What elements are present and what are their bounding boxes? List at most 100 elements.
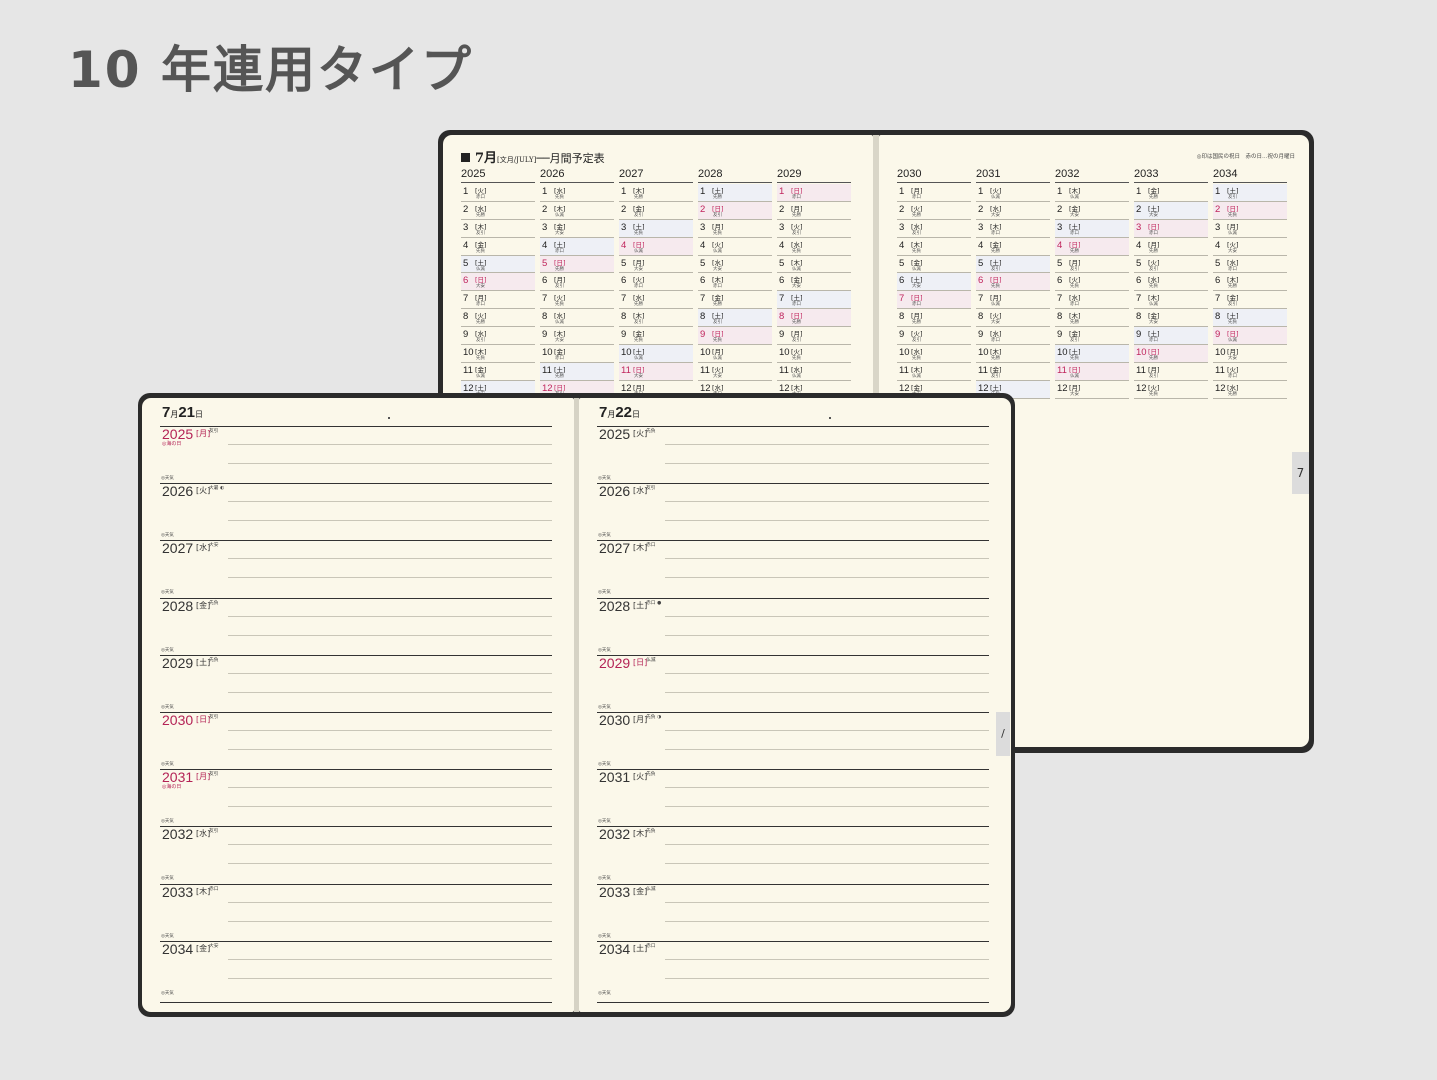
year-entry[interactable]: 2027 [水] 大安 ◎天気 xyxy=(160,540,552,597)
day-row[interactable]: 10 [金] 赤口 xyxy=(540,345,614,363)
day-row[interactable]: 12 [水] 先勝 xyxy=(1213,381,1287,399)
day-row[interactable]: 1 [金] 先勝 xyxy=(1134,184,1208,202)
day-row[interactable]: 2 [水] 先勝 xyxy=(461,202,535,220)
day-row[interactable]: 6 [火] 先負 xyxy=(1055,273,1129,292)
day-row[interactable]: 11 [木] 仏滅 xyxy=(897,363,971,381)
day-row[interactable]: 2 [金] 大安 xyxy=(1055,202,1129,220)
day-row[interactable]: 1 [木] 仏滅 xyxy=(1055,184,1129,202)
day-row[interactable]: 7 [水] 先勝 xyxy=(619,291,693,310)
day-row[interactable]: 9 [金] 先負 xyxy=(619,327,693,346)
day-row[interactable]: 9 [月] 友引 xyxy=(777,327,851,346)
day-row[interactable]: 9 [土] 赤口 xyxy=(1134,327,1208,346)
day-row[interactable]: 5 [火] 友引 xyxy=(1134,256,1208,274)
month-index-tab[interactable]: 7 xyxy=(1292,452,1309,494)
day-row[interactable]: 5 [土] 友引 xyxy=(976,255,1050,274)
day-row[interactable]: 6 [日] 先負 xyxy=(976,273,1050,292)
day-row[interactable]: 4 [火] 大安 xyxy=(1213,238,1287,256)
year-entry[interactable]: 2028 [土] 赤口 ● ◎天気 xyxy=(597,597,989,655)
day-row[interactable]: 4 [日] 先勝 xyxy=(1055,237,1129,256)
day-row[interactable]: 6 [金] 大安 xyxy=(777,273,851,292)
year-entry[interactable]: 2025 [月] 友引 ◎海の日 ◎天気 xyxy=(160,426,552,483)
day-row[interactable]: 7 [木] 仏滅 xyxy=(1134,291,1208,310)
year-entry[interactable]: 2034 [土] 赤口 ◎天気 xyxy=(597,940,989,998)
day-row[interactable]: 11 [金] 友引 xyxy=(976,363,1050,381)
day-row[interactable]: 8 [金] 大安 xyxy=(1134,309,1208,328)
day-row[interactable]: 9 [日] 仏滅 xyxy=(1213,327,1287,346)
day-row[interactable]: 3 [水] 友引 xyxy=(897,220,971,238)
day-row[interactable]: 11 [水] 仏滅 xyxy=(777,363,851,381)
day-row[interactable]: 1 [火] 赤口 xyxy=(461,184,535,202)
day-row[interactable]: 1 [水] 先負 xyxy=(540,184,614,202)
day-row[interactable]: 4 [月] 先勝 xyxy=(1134,238,1208,256)
day-row[interactable]: 1 [土] 友引 xyxy=(1213,184,1287,202)
day-row[interactable]: 8 [木] 先勝 xyxy=(1055,309,1129,328)
day-row[interactable]: 5 [木] 仏滅 xyxy=(777,256,851,274)
day-row[interactable]: 10 [火] 先負 xyxy=(777,345,851,363)
day-row[interactable]: 2 [日] 友引 xyxy=(698,201,772,220)
day-row[interactable]: 7 [月] 仏滅 xyxy=(976,291,1050,310)
day-row[interactable]: 9 [水] 友引 xyxy=(461,327,535,346)
day-row[interactable]: 10 [月] 大安 xyxy=(1213,345,1287,363)
day-row[interactable]: 10 [月] 仏滅 xyxy=(698,345,772,363)
day-index-tab[interactable]: / xyxy=(996,712,1010,756)
day-row[interactable]: 12 [火] 先負 xyxy=(1134,381,1208,399)
day-row[interactable]: 3 [火] 友引 xyxy=(777,220,851,238)
day-row[interactable]: 4 [火] 仏滅 xyxy=(698,238,772,256)
year-entry[interactable]: 2031 [月] 友引 ◎海の日 ◎天気 xyxy=(160,769,552,826)
day-row[interactable]: 2 [月] 先勝 xyxy=(777,202,851,220)
day-row[interactable]: 4 [土] 赤口 xyxy=(540,237,614,256)
day-row[interactable]: 2 [木] 仏滅 xyxy=(540,202,614,220)
day-row[interactable]: 3 [土] 先負 xyxy=(619,219,693,238)
year-entry[interactable]: 2029 [土] 先負 ◎天気 xyxy=(160,654,552,712)
year-entry[interactable]: 2028 [金] 先負 ◎天気 xyxy=(160,597,552,655)
year-entry[interactable]: 2025 [火] 先負 ◎天気 xyxy=(597,426,989,483)
year-entry[interactable]: 2026 [火] 大暑 ◐ ◎天気 xyxy=(160,483,552,540)
day-row[interactable]: 6 [月] 友引 xyxy=(540,273,614,292)
day-row[interactable]: 10 [土] 仏滅 xyxy=(619,345,693,363)
day-row[interactable]: 11 [日] 仏滅 xyxy=(1055,362,1129,381)
day-row[interactable]: 10 [水] 先負 xyxy=(897,345,971,363)
day-row[interactable]: 3 [月] 先負 xyxy=(698,220,772,238)
day-row[interactable]: 4 [日] 仏滅 xyxy=(619,237,693,256)
day-row[interactable]: 3 [金] 大安 xyxy=(540,220,614,238)
day-row[interactable]: 8 [日] 先勝 xyxy=(777,309,851,328)
year-entry[interactable]: 2026 [水] 友引 ◎天気 xyxy=(597,483,989,540)
day-row[interactable]: 11 [金] 仏滅 xyxy=(461,363,535,381)
day-row[interactable]: 1 [土] 先勝 xyxy=(698,184,772,202)
day-row[interactable]: 6 [木] 赤口 xyxy=(698,273,772,292)
day-row[interactable]: 3 [木] 赤口 xyxy=(976,220,1050,238)
day-row[interactable]: 5 [水] 赤口 xyxy=(1213,256,1287,274)
day-row[interactable]: 10 [日] 先勝 xyxy=(1134,345,1208,363)
year-entry[interactable]: 2032 [水] 友引 ◎天気 xyxy=(160,826,552,883)
day-row[interactable]: 2 [水] 大安 xyxy=(976,202,1050,220)
day-row[interactable]: 4 [金] 先勝 xyxy=(976,238,1050,256)
day-row[interactable]: 8 [木] 友引 xyxy=(619,309,693,328)
day-row[interactable]: 5 [月] 友引 xyxy=(1055,256,1129,274)
day-row[interactable]: 6 [土] 大安 xyxy=(897,273,971,292)
day-row[interactable]: 11 [日] 大安 xyxy=(619,362,693,381)
day-row[interactable]: 9 [金] 友引 xyxy=(1055,327,1129,346)
day-row[interactable]: 8 [土] 友引 xyxy=(698,309,772,328)
day-row[interactable]: 3 [月] 仏滅 xyxy=(1213,220,1287,238)
day-row[interactable]: 1 [木] 先勝 xyxy=(619,184,693,202)
day-row[interactable]: 7 [金] 先勝 xyxy=(698,291,772,310)
day-row[interactable]: 7 [日] 赤口 xyxy=(897,291,971,310)
day-row[interactable]: 7 [金] 友引 xyxy=(1213,291,1287,310)
day-row[interactable]: 6 [水] 先負 xyxy=(1134,273,1208,292)
day-row[interactable]: 4 [木] 先負 xyxy=(897,238,971,256)
day-row[interactable]: 4 [金] 先負 xyxy=(461,238,535,256)
day-row[interactable]: 3 [木] 友引 xyxy=(461,220,535,238)
day-row[interactable]: 5 [水] 大安 xyxy=(698,256,772,274)
day-row[interactable]: 10 [木] 先負 xyxy=(461,345,535,363)
day-row[interactable]: 11 [火] 大安 xyxy=(698,363,772,381)
day-row[interactable]: 2 [土] 大安 xyxy=(1134,201,1208,220)
day-row[interactable]: 2 [金] 友引 xyxy=(619,202,693,220)
day-row[interactable]: 11 [土] 先勝 xyxy=(540,362,614,381)
day-row[interactable]: 10 [土] 先負 xyxy=(1055,345,1129,363)
day-row[interactable]: 12 [月] 大安 xyxy=(1055,381,1129,399)
day-row[interactable]: 6 [木] 先勝 xyxy=(1213,273,1287,292)
year-entry[interactable]: 2030 [日] 友引 ◎天気 xyxy=(160,712,552,769)
year-entry[interactable]: 2033 [木] 赤口 ◎天気 xyxy=(160,883,552,941)
day-row[interactable]: 9 [水] 赤口 xyxy=(976,327,1050,346)
day-row[interactable]: 11 [月] 友引 xyxy=(1134,363,1208,381)
